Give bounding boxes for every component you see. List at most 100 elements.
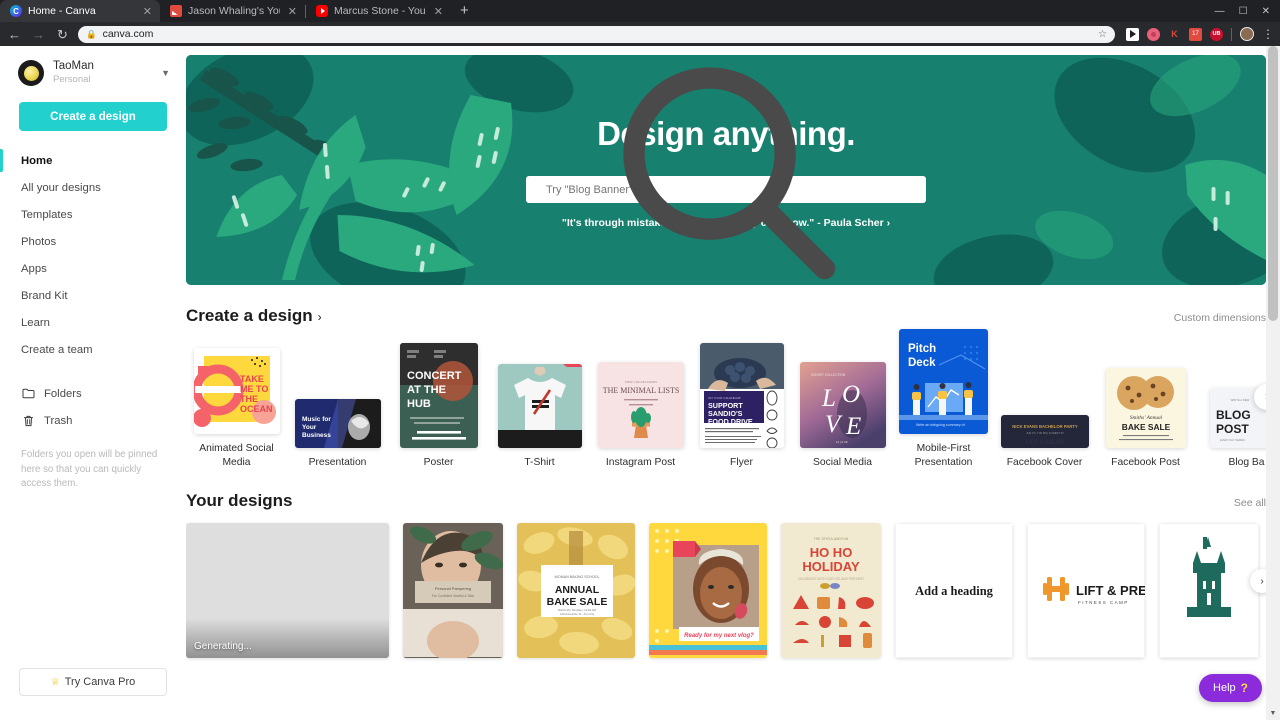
sidebar-item-label: Home [21, 154, 53, 167]
sidebar-item-templates[interactable]: Templates [0, 201, 186, 228]
close-tab-icon[interactable]: ✕ [432, 5, 445, 18]
tab-title: Home - Canva [28, 5, 96, 17]
svg-text:Personal Pampering: Personal Pampering [435, 586, 471, 591]
sidebar-item-label: Photos [21, 235, 57, 248]
sidebar-item-all-your-designs[interactable]: All your designs [0, 174, 186, 201]
svg-text:E: E [845, 413, 861, 440]
svg-text:BAKE SALE: BAKE SALE [1121, 422, 1170, 432]
profile-avatar[interactable] [1240, 27, 1254, 41]
account-name: TaoMan [53, 60, 94, 73]
design-item-holiday[interactable]: THE JOYFUL AND FUN HO HO HOLIDAY CELEBRA… [781, 523, 881, 658]
address-bar[interactable]: 🔒 canva.com ☆ [78, 25, 1115, 43]
design-item-vlog[interactable]: Ready for my next vlog? [649, 523, 767, 658]
design-item-add-a-heading[interactable]: Add a heading [895, 523, 1013, 658]
help-button[interactable]: Help ? [1199, 674, 1262, 702]
sidebar-item-home[interactable]: Home [0, 147, 186, 174]
svg-text:Ready for my next vlog?: Ready for my next vlog? [684, 633, 754, 639]
close-tab-icon[interactable]: ✕ [286, 5, 299, 18]
media-play-extension-icon[interactable] [1126, 27, 1139, 41]
sidebar-item-photos[interactable]: Photos [0, 228, 186, 255]
design-type-card-social-media[interactable]: SUNSET COLLECTION L O V E 11 | 2.19 Soci… [792, 343, 893, 470]
design-type-card-facebook-post[interactable]: Smiths' Annual BAKE SALE Facebook Post [1095, 343, 1196, 470]
design-item-portrait[interactable]: Personal Pampering For Confident Soulful… [403, 523, 503, 658]
design-type-card-poster[interactable]: CONCERT AT THE HUB Poster [388, 343, 489, 470]
svg-text:Smiths' Annual: Smiths' Annual [1129, 415, 1162, 421]
design-type-label: Social Media [813, 457, 872, 469]
sidebar-item-folders[interactable]: Folders [0, 380, 186, 407]
sidebar-item-learn[interactable]: Learn [0, 309, 186, 336]
poster-thumbnail: CONCERT AT THE HUB [399, 343, 478, 449]
sidebar-nav: Home All your designs Templates Photos A… [0, 147, 186, 434]
svg-text:TAKE: TAKE [240, 374, 264, 384]
svg-text:Add a heading: Add a heading [915, 584, 994, 598]
design-type-label: Flyer [730, 457, 753, 469]
svg-text:NICK EVANS BACHELOR PARTY: NICK EVANS BACHELOR PARTY [1012, 424, 1078, 429]
design-type-card-mobile-first-presentation[interactable]: Pitch Deck Write an intriguing summary o… [893, 329, 994, 470]
design-type-label: Mobile-First Presentation [914, 443, 973, 469]
design-type-label: Poster [423, 457, 454, 469]
t-shirt-thumbnail [497, 364, 582, 449]
animated-social-media-thumbnail: TAKE ME TO THE OCEAN [193, 348, 280, 435]
shield-extension-icon[interactable] [1147, 27, 1160, 41]
main-content: Design anything. "It's through mistakes … [186, 46, 1280, 720]
portrait-design-thumbnail: Personal Pampering For Confident Soulful… [403, 523, 503, 658]
design-type-card-t-shirt[interactable]: NEW T-Shirt [489, 343, 590, 470]
chevron-right-icon[interactable]: › [318, 310, 322, 324]
presentation-thumbnail: Music for Your Business [294, 399, 381, 449]
design-type-card-animated-social-media[interactable]: TAKE ME TO THE OCEAN Animated Social Med… [186, 329, 287, 470]
design-item-landmark[interactable] [1159, 523, 1259, 658]
stats-icon [170, 5, 182, 17]
sidebar-item-apps[interactable]: Apps [0, 255, 186, 282]
svg-text:WRITE A NEW: WRITE A NEW [1230, 398, 1249, 402]
svg-text:OCEAN: OCEAN [240, 404, 273, 414]
maximize-button[interactable]: ☐ [1239, 6, 1248, 17]
see-all-link[interactable]: See all [1234, 497, 1266, 509]
design-search-box[interactable] [526, 67, 926, 280]
browser-tab-marcus-stone[interactable]: Marcus Stone - YouTube ✕ [306, 0, 451, 22]
design-item-bake-sale[interactable]: WOMAN BAKING SCHOOL ANNUAL BAKE SALE Mar… [517, 523, 635, 658]
extensions-area: K 17 UB ⋮ [1122, 27, 1274, 41]
kebab-menu-icon[interactable]: ⋮ [1262, 28, 1274, 40]
design-item-fitness-logo[interactable]: LIFT & PRESS FITNESS CAMP [1027, 523, 1145, 658]
try-canva-pro-button[interactable]: ♕ Try Canva Pro [19, 668, 167, 696]
svg-text:Deck: Deck [908, 357, 936, 369]
design-type-card-presentation[interactable]: Music for Your Business Presentation [287, 343, 388, 470]
page-scrollbar[interactable]: ▲ ▼ [1266, 46, 1280, 720]
design-type-label: Facebook Cover [1006, 457, 1083, 469]
keywords-extension-icon[interactable]: K [1168, 28, 1181, 41]
close-window-button[interactable]: ✕ [1262, 6, 1270, 17]
lock-icon: 🔒 [86, 28, 97, 39]
window-controls: — ☐ ✕ [1215, 0, 1276, 22]
design-type-card-flyer[interactable]: ON YOUR CALENDAR! SUPPORT SANDIO'S FOOD … [691, 343, 792, 470]
svg-text:JUN 27 | 7:00 PM | 24 WEST ST: JUN 27 | 7:00 PM | 24 WEST ST [1026, 431, 1064, 435]
back-icon[interactable]: ← [6, 28, 23, 41]
close-tab-icon[interactable]: ✕ [141, 5, 154, 18]
sidebar-item-brand-kit[interactable]: Brand Kit [0, 282, 186, 309]
account-switcher[interactable]: TaoMan Personal ▼ [0, 46, 186, 96]
star-icon[interactable]: ☆ [1098, 29, 1107, 40]
chevron-down-icon[interactable]: ▼ [161, 68, 170, 78]
svg-text:CONCERT: CONCERT [407, 370, 462, 382]
reload-icon[interactable]: ↻ [54, 28, 71, 41]
new-badge: NEW [563, 364, 582, 368]
new-tab-button[interactable]: + [451, 0, 478, 22]
svg-text:Music for: Music for [302, 416, 331, 423]
design-item-generating[interactable]: Generating... [186, 523, 389, 658]
create-a-design-button[interactable]: Create a design [19, 102, 167, 131]
ublock-extension-icon[interactable]: UB [1210, 27, 1223, 41]
hero-banner: Design anything. "It's through mistakes … [186, 55, 1266, 285]
custom-dimensions-link[interactable]: Custom dimensions [1174, 312, 1266, 324]
minimize-button[interactable]: — [1215, 6, 1225, 17]
scroll-down-arrow[interactable]: ▼ [1266, 706, 1280, 720]
facebook-cover-thumbnail: NICK EVANS BACHELOR PARTY JUN 27 | 7:00 … [1000, 415, 1089, 449]
browser-tab-youtube-stats[interactable]: Jason Whaling's YouTube Stats (S ✕ [160, 0, 305, 22]
sidebar-item-create-a-team[interactable]: Create a team [0, 336, 186, 363]
design-type-card-instagram-post[interactable]: NEW COLLECTIONS THE MINIMAL LISTS Instag… [590, 343, 691, 470]
forward-icon[interactable]: → [30, 28, 47, 41]
calendar-extension-icon[interactable]: 17 [1189, 27, 1202, 41]
browser-tab-canva[interactable]: C Home - Canva ✕ [0, 0, 160, 22]
scrollbar-thumb[interactable] [1268, 46, 1278, 321]
svg-text:Write an intriguing summary of: Write an intriguing summary of [916, 423, 965, 427]
design-type-card-facebook-cover[interactable]: NICK EVANS BACHELOR PARTY JUN 27 | 7:00 … [994, 343, 1095, 470]
sidebar-item-trash[interactable]: Trash [0, 407, 186, 434]
